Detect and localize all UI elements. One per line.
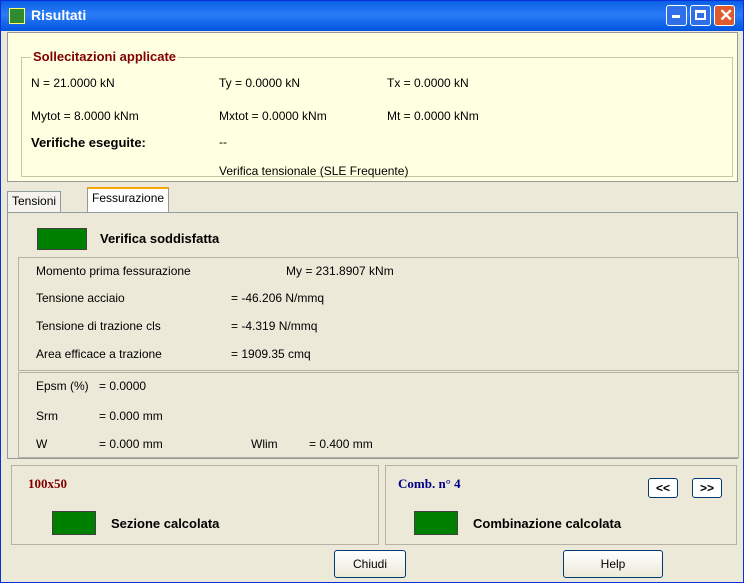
close-button[interactable]: Chiudi (334, 550, 406, 578)
verifications-label: Verifiche eseguite: (31, 135, 146, 150)
help-button[interactable]: Help (563, 550, 663, 578)
area-label: Area efficace a trazione (36, 347, 162, 361)
title-bar: Risultati ✕ (1, 1, 743, 31)
srm-label: Srm (36, 409, 58, 423)
minimize-button[interactable] (666, 5, 687, 26)
srm-value: = 0.000 mm (99, 409, 163, 423)
stress-section: Momento prima fessurazione My = 231.8907… (18, 257, 739, 371)
moment-value: My = 231.8907 kNm (286, 264, 394, 278)
tx-value: Tx = 0.0000 kN (387, 76, 469, 90)
w-label: W (36, 437, 48, 451)
steel-stress-value: = -46.206 N/mmq (231, 291, 325, 305)
app-icon (9, 8, 25, 24)
epsm-value: = 0.0000 (99, 379, 147, 393)
section-status-indicator (52, 511, 96, 535)
tab-fessurazione[interactable]: Fessurazione (87, 187, 170, 213)
previous-combination-button[interactable]: << (648, 478, 678, 498)
close-window-button[interactable]: ✕ (714, 5, 735, 26)
combination-label: Comb. n° 4 (398, 476, 461, 491)
verification-status: Verifica soddisfatta (100, 231, 220, 246)
cls-stress-label: Tensione di trazione cls (36, 319, 161, 333)
verification-status-indicator (37, 228, 87, 250)
fessurazione-panel: Verifica soddisfatta Momento prima fessu… (7, 212, 739, 459)
verifications-dash: -- (219, 135, 227, 149)
steel-stress-label: Tensione acciaio (36, 291, 125, 305)
maximize-button[interactable] (690, 5, 711, 26)
w-value: = 0.000 mm (99, 437, 163, 451)
section-panel: 100x50 Sezione calcolata (11, 465, 379, 545)
combination-panel: Comb. n° 4 << >> Combinazione calcolata (385, 465, 737, 545)
applied-loads-legend: Sollecitazioni applicate (31, 49, 179, 64)
mxtot-value: Mxtot = 0.0000 kNm (219, 109, 327, 123)
combination-status-indicator (414, 511, 458, 535)
mytot-value: Mytot = 8.0000 kNm (31, 109, 139, 123)
verification-type: Verifica tensionale (SLE Frequente) (219, 164, 409, 178)
mt-value: Mt = 0.0000 kNm (387, 109, 479, 123)
tab-tensioni[interactable]: Tensioni (7, 191, 62, 212)
combination-status: Combinazione calcolata (473, 516, 622, 531)
moment-label: Momento prima fessurazione (36, 264, 191, 278)
wlim-label: Wlim (251, 437, 278, 451)
section-status: Sezione calcolata (111, 516, 220, 531)
crack-section: Epsm (%) = 0.0000 Srm = 0.000 mm W = 0.0… (18, 372, 739, 458)
next-combination-button[interactable]: >> (692, 478, 722, 498)
wlim-value: = 0.400 mm (309, 437, 373, 451)
cls-stress-value: = -4.319 N/mmq (231, 319, 318, 333)
section-name: 100x50 (28, 476, 67, 491)
ty-value: Ty = 0.0000 kN (219, 76, 301, 90)
n-value: N = 21.0000 kN (31, 76, 115, 90)
close-icon: ✕ (719, 6, 734, 25)
area-value: = 1909.35 cmq (231, 347, 311, 361)
epsm-label: Epsm (%) (36, 379, 89, 393)
window-title: Risultati (31, 7, 87, 23)
results-window: Risultati ✕ Sollecitazioni applicate N =… (0, 0, 744, 583)
